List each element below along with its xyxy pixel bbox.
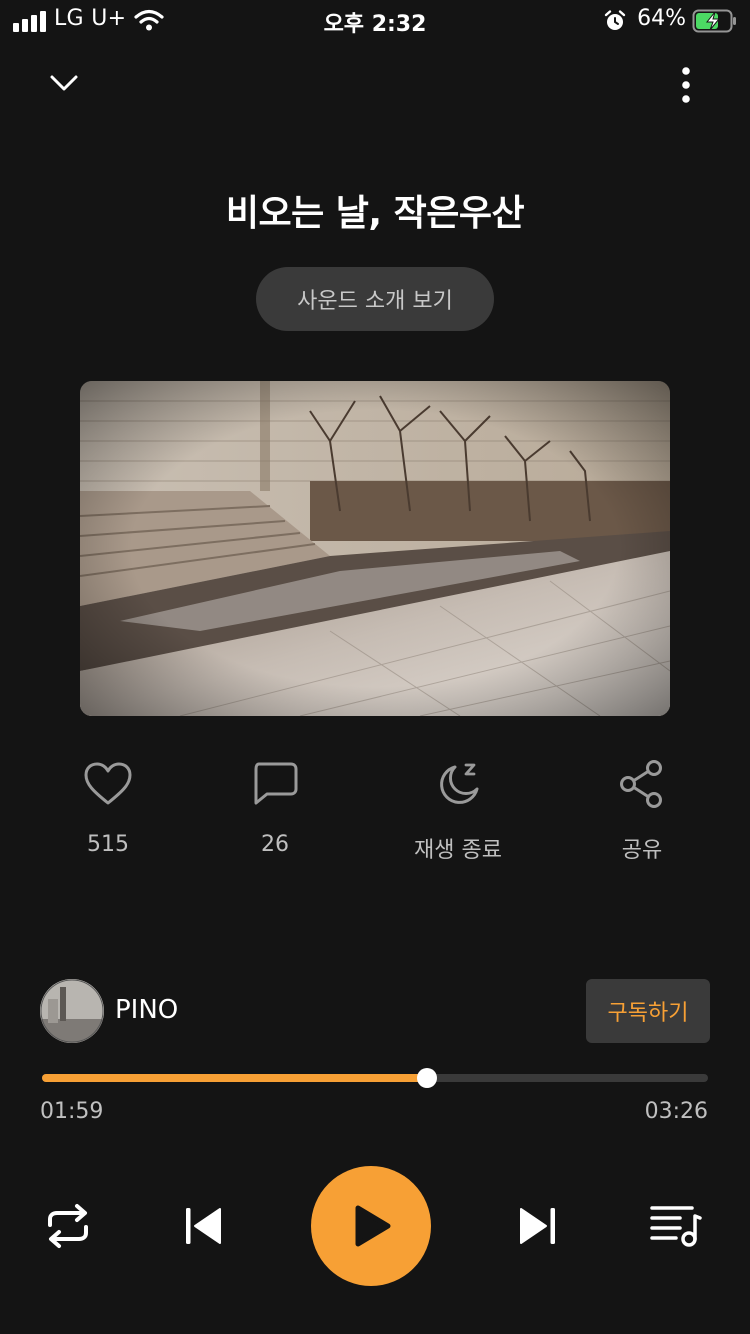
- status-bar: LG U+ 오후 2:32 64%: [0, 0, 750, 44]
- current-time: 01:59: [40, 1099, 104, 1124]
- comment-icon: [254, 762, 298, 805]
- play-icon: [355, 1205, 391, 1247]
- alarm-icon: [604, 10, 626, 30]
- album-artwork: [80, 381, 670, 716]
- battery-icon: [692, 9, 736, 33]
- next-button[interactable]: [508, 1196, 568, 1256]
- progress-handle[interactable]: [417, 1068, 437, 1088]
- like-action[interactable]: 515: [38, 756, 178, 857]
- subscribe-label: 구독하기: [607, 1001, 689, 1026]
- previous-button[interactable]: [173, 1196, 233, 1256]
- sleep-timer-label: 재생 종료: [414, 838, 502, 863]
- share-action[interactable]: 공유: [572, 756, 712, 864]
- total-time: 03:26: [644, 1099, 708, 1124]
- comment-action[interactable]: 26: [205, 756, 345, 857]
- sleep-timer-action[interactable]: 재생 종료: [388, 756, 528, 864]
- avatar[interactable]: [40, 979, 104, 1043]
- sleep-timer-icon: [440, 763, 479, 804]
- progress-fill: [42, 1074, 427, 1082]
- subscribe-button[interactable]: 구독하기: [586, 979, 710, 1043]
- chevron-down-icon[interactable]: [48, 70, 80, 98]
- repeat-icon: [48, 1204, 88, 1248]
- sound-intro-button[interactable]: 사운드 소개 보기: [256, 267, 494, 331]
- more-vertical-icon[interactable]: [670, 66, 702, 104]
- comment-count: 26: [261, 832, 289, 857]
- playlist-icon: [650, 1206, 702, 1247]
- sound-intro-label: 사운드 소개 보기: [297, 289, 453, 314]
- skip-next-icon: [520, 1208, 555, 1244]
- battery-percent: 64%: [637, 6, 686, 31]
- heart-icon: [84, 762, 132, 805]
- artist-name[interactable]: PINO: [115, 995, 178, 1025]
- playlist-button[interactable]: [646, 1196, 706, 1256]
- like-count: 515: [87, 832, 129, 857]
- share-label: 공유: [621, 838, 663, 863]
- share-icon: [620, 760, 662, 808]
- play-button[interactable]: [311, 1166, 431, 1286]
- repeat-button[interactable]: [38, 1196, 98, 1256]
- track-title: 비오는 날, 작은우산: [225, 193, 525, 234]
- skip-previous-icon: [186, 1208, 221, 1244]
